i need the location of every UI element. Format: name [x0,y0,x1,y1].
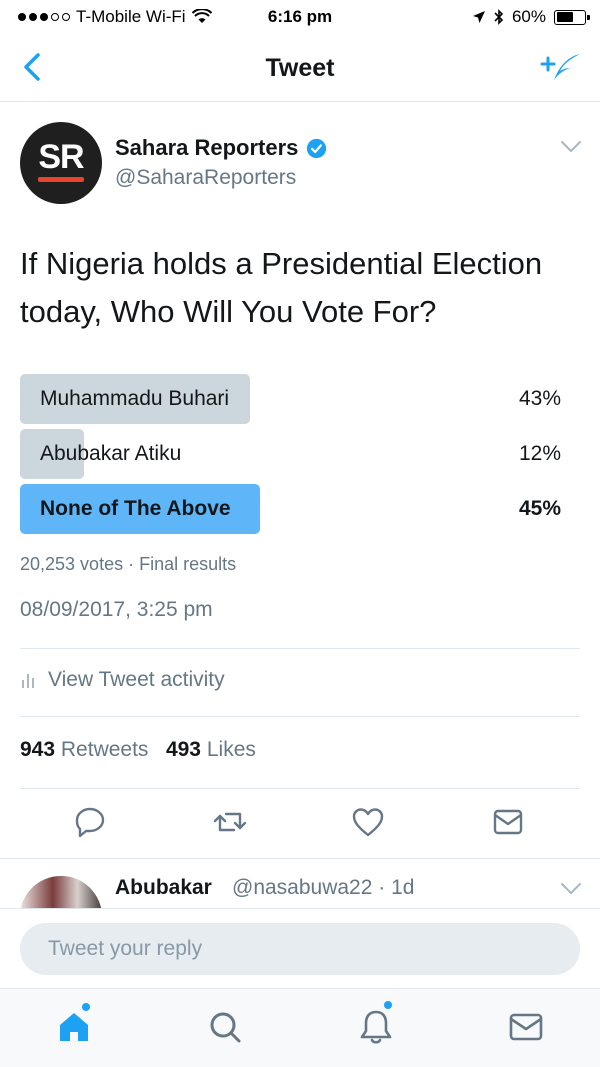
reply-author-handle: @nasabuwa22 [232,876,373,899]
poll-vote-count: 20,253 votes [20,554,124,574]
reply-time: · 1d [378,876,415,899]
direct-message-button[interactable] [490,804,526,840]
home-icon [60,1013,88,1041]
status-bar: T-Mobile Wi-Fi 6:16 pm 60% [0,0,600,34]
poll-option: None of The Above 45% [20,484,565,534]
poll: Muhammadu Buhari 43% Abubakar Atiku 12% … [20,374,565,539]
section-divider [0,858,600,859]
notifications-dot [384,1001,392,1009]
poll-summary: 20,253 votes · Final results [20,554,236,575]
poll-option: Abubakar Atiku 12% [20,429,565,479]
poll-option-percent: 45% [518,497,561,520]
location-arrow-icon [472,11,485,23]
author-name: Sahara Reporters [115,135,299,160]
poll-option-percent: 12% [518,442,561,465]
view-tweet-activity-link[interactable]: View Tweet activity [20,668,225,692]
retweet-button[interactable] [212,804,248,840]
tab-messages[interactable] [506,1007,546,1047]
poll-option-label: None of The Above [40,497,231,520]
envelope-icon [493,809,523,835]
battery-fill [556,12,573,22]
search-icon [210,1012,241,1043]
battery-icon [554,9,590,25]
tab-bar [0,988,600,1067]
avatar-photo [20,876,102,908]
tab-home[interactable] [54,1003,94,1047]
compose-tweet-icon [540,54,580,80]
tweet-actions [0,800,600,848]
retweets-label: Retweets [60,738,149,761]
like-button[interactable] [350,804,386,840]
home-notification-dot [82,1003,90,1011]
status-right: 60% [472,7,590,27]
likes-stat[interactable]: 493 Likes [166,738,256,761]
author-name-row[interactable]: Sahara Reporters [115,135,327,161]
retweets-stat[interactable]: 943 Retweets [20,738,148,761]
reply-author-avatar[interactable] [20,876,102,908]
verified-badge-icon [307,138,327,158]
divider [20,788,580,789]
engagement-stats: 943 Retweets 493 Likes [20,738,256,762]
navigation-bar: Tweet [0,34,600,102]
author-avatar[interactable]: SR [20,122,102,204]
analytics-icon [22,674,34,688]
retweets-count: 943 [20,738,56,761]
compose-tweet-button[interactable] [540,48,584,88]
reply-author-name: Abubakar [115,876,212,899]
chevron-down-icon[interactable] [560,882,582,896]
tab-notifications[interactable] [356,1001,396,1047]
tweet-timestamp: 08/09/2017, 3:25 pm [20,598,213,621]
tab-search[interactable] [205,1007,245,1047]
reply-preview[interactable]: Abubakar @nasabuwa22 · 1d [0,860,600,908]
tweet-text: If Nigeria holds a Presidential Election… [20,246,543,329]
poll-option-label: Abubakar Atiku [40,442,182,465]
page-title: Tweet [265,54,335,82]
poll-option-percent: 43% [518,387,561,410]
reply-author-meta: @nasabuwa22 · 1d [232,876,414,900]
reply-button[interactable] [72,804,108,840]
reply-icon [75,807,105,838]
avatar-logo-bar [38,177,84,182]
reply-input[interactable] [20,923,580,975]
author-handle[interactable]: @SaharaReporters [115,166,296,190]
poll-separator: · [128,554,135,574]
envelope-icon [509,1013,543,1041]
bluetooth-icon [494,9,504,25]
bell-icon [360,1010,392,1044]
battery-percent: 60% [511,7,546,26]
poll-option-label: Muhammadu Buhari [40,387,230,410]
retweet-icon [213,812,247,832]
divider [20,648,580,649]
view-tweet-activity-label: View Tweet activity [48,668,225,691]
poll-status: Final results [139,554,237,574]
poll-option: Muhammadu Buhari 43% [20,374,565,424]
avatar-logo-text: SR [38,138,84,176]
divider [20,716,580,717]
likes-count: 493 [165,738,201,761]
likes-label: Likes [206,738,256,761]
heart-icon [352,808,384,837]
chevron-down-icon[interactable] [560,140,582,154]
reply-bar [0,908,600,988]
